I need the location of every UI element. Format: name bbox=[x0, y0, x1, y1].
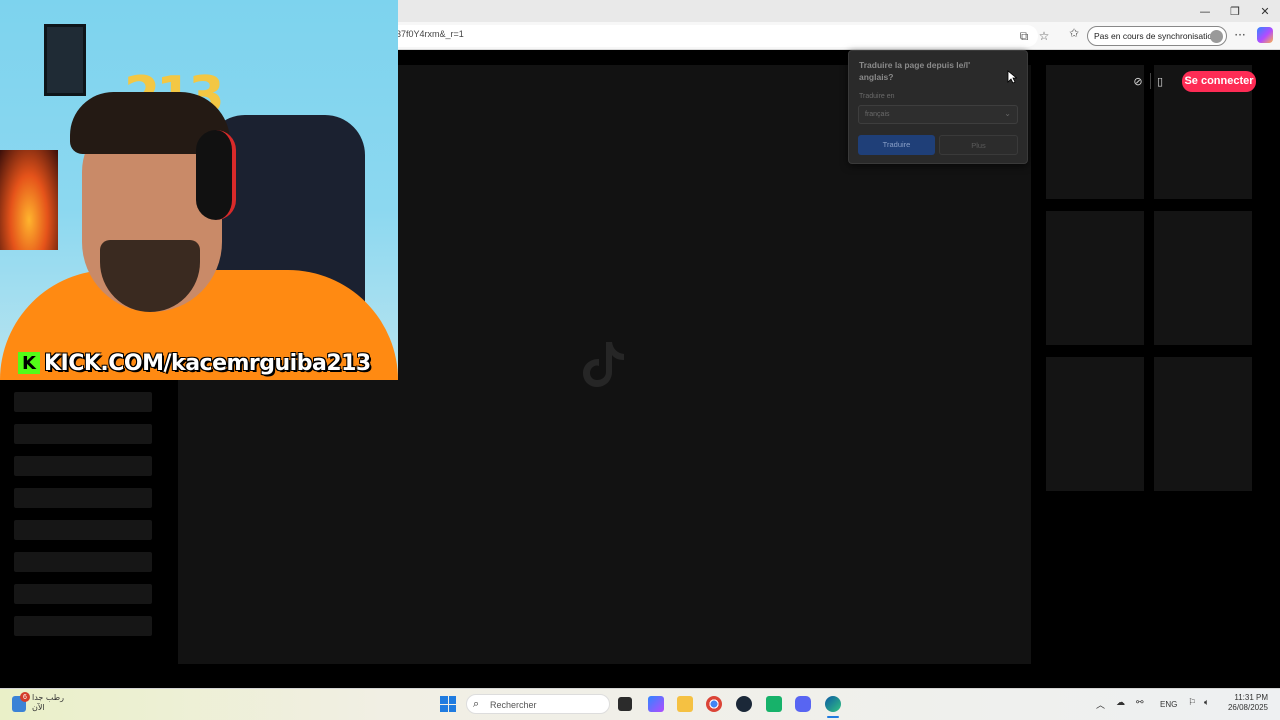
sync-label: Pas en cours de synchronisation bbox=[1094, 31, 1217, 41]
steam-icon[interactable] bbox=[736, 696, 752, 712]
avatar bbox=[1210, 30, 1223, 43]
minimize-button[interactable]: — bbox=[1190, 0, 1220, 22]
app-icon[interactable] bbox=[766, 696, 782, 712]
video-thumbnail-placeholder[interactable] bbox=[1046, 211, 1144, 345]
login-button-label: Se connecter bbox=[1184, 75, 1254, 87]
address-bar[interactable]: 37f0Y4rxm&_r=1 ⧉ ☆ bbox=[380, 25, 1049, 47]
search-icon: ⌕ bbox=[473, 697, 480, 710]
clock[interactable]: 11:31 PM 26/08/2025 bbox=[1222, 693, 1268, 713]
sidebar-placeholder bbox=[14, 392, 152, 412]
star-icon[interactable]: ☆ bbox=[1036, 28, 1052, 44]
fire-decoration bbox=[0, 150, 58, 250]
video-thumbnail-placeholder[interactable] bbox=[1046, 65, 1144, 199]
favorites-icon[interactable]: ✩ bbox=[1066, 25, 1082, 41]
wifi-icon[interactable]: ⚐ bbox=[1188, 698, 1196, 708]
tiktok-logo-icon bbox=[583, 342, 624, 387]
restore-button[interactable]: ❐ bbox=[1220, 0, 1250, 22]
translate-to-label: Traduire en bbox=[859, 93, 895, 100]
close-button[interactable]: ✕ bbox=[1250, 0, 1280, 22]
channel-handle: KICK.COM/kacemrguiba213 bbox=[44, 350, 371, 376]
phone-icon[interactable]: ▯ bbox=[1153, 74, 1167, 88]
headset bbox=[196, 130, 236, 220]
windows-logo-tile bbox=[448, 704, 456, 712]
search-placeholder: Rechercher bbox=[490, 700, 537, 710]
windows-logo-tile bbox=[440, 696, 448, 704]
kick-logo-icon: K bbox=[18, 352, 40, 374]
language-select-value: français bbox=[865, 111, 890, 118]
translate-popup-title: Traduire la page depuis le/l' anglais? bbox=[859, 60, 971, 82]
cloud-icon[interactable]: ☁ bbox=[1116, 698, 1125, 708]
weather-condition: رطب جدا bbox=[32, 693, 64, 702]
translate-icon[interactable]: ⧉ bbox=[1016, 28, 1032, 44]
weather-badge: 6 bbox=[20, 692, 30, 702]
more-options-label: Plus bbox=[971, 141, 986, 150]
sidebar-placeholder bbox=[14, 616, 152, 636]
taskbar-search[interactable]: ⌕ Rechercher bbox=[466, 694, 610, 714]
login-button[interactable]: Se connecter bbox=[1182, 71, 1256, 92]
window-controls: — ❐ ✕ bbox=[1190, 0, 1280, 22]
sidebar-placeholder bbox=[14, 456, 152, 476]
sidebar-placeholder bbox=[14, 520, 152, 540]
chevron-down-icon: ⌄ bbox=[1004, 109, 1011, 118]
kick-channel-banner: K KICK.COM/kacemrguiba213 bbox=[18, 348, 371, 378]
video-thumbnail-placeholder[interactable] bbox=[1046, 357, 1144, 491]
file-explorer-icon[interactable] bbox=[677, 696, 693, 712]
weather-widget[interactable]: رطب جدا الآن bbox=[32, 693, 64, 713]
more-options-button[interactable]: Plus bbox=[939, 135, 1018, 155]
task-view-icon[interactable] bbox=[618, 697, 632, 711]
video-thumbnail-placeholder[interactable] bbox=[1154, 357, 1252, 491]
edge-icon[interactable] bbox=[825, 696, 841, 712]
discord-icon[interactable] bbox=[795, 696, 811, 712]
url-text[interactable]: 37f0Y4rxm&_r=1 bbox=[396, 29, 464, 39]
translate-popup: Traduire la page depuis le/l' anglais? T… bbox=[848, 50, 1028, 164]
sidebar-placeholder bbox=[14, 424, 152, 444]
sidebar-placeholder bbox=[14, 488, 152, 508]
taskbar bbox=[0, 688, 1280, 720]
copilot-icon[interactable] bbox=[1257, 27, 1273, 43]
start-button[interactable] bbox=[440, 696, 456, 712]
sidebar-placeholder bbox=[14, 584, 152, 604]
more-menu-icon[interactable]: ··· bbox=[1232, 27, 1248, 43]
chrome-icon[interactable] bbox=[706, 696, 722, 712]
sidebar-placeholder bbox=[14, 552, 152, 572]
clock-date: 26/08/2025 bbox=[1227, 703, 1268, 712]
windows-logo-tile bbox=[440, 704, 448, 712]
video-player-area-left bbox=[178, 380, 397, 664]
profile-sync-button[interactable]: Pas en cours de synchronisation bbox=[1087, 26, 1227, 46]
video-thumbnail-placeholder[interactable] bbox=[1154, 211, 1252, 345]
wall-poster bbox=[44, 24, 86, 96]
mouse-cursor-icon bbox=[1007, 70, 1017, 84]
screen: — ❐ ✕ 37f0Y4rxm&_r=1 ⧉ ☆ ✩ Pas en cours … bbox=[0, 0, 1280, 720]
language-indicator[interactable]: ENG bbox=[1160, 700, 1177, 709]
language-select[interactable]: français ⌄ bbox=[858, 105, 1018, 124]
network-icon[interactable]: ⚯ bbox=[1136, 698, 1144, 708]
header-divider bbox=[1150, 73, 1151, 89]
volume-icon[interactable]: 🔈︎ bbox=[1204, 698, 1209, 708]
translate-button[interactable]: Traduire bbox=[858, 135, 935, 155]
translate-button-label: Traduire bbox=[882, 140, 911, 149]
active-app-indicator bbox=[827, 716, 839, 718]
webcam-overlay: 213 K KICK.COM/kacemrguiba213 bbox=[0, 0, 398, 380]
weather-time: الآن bbox=[32, 703, 45, 712]
copilot-app-icon[interactable] bbox=[648, 696, 664, 712]
clock-time: 11:31 PM bbox=[1234, 693, 1268, 702]
compass-icon[interactable]: ⊘ bbox=[1131, 74, 1145, 88]
windows-logo-tile bbox=[448, 696, 456, 704]
chevron-up-icon[interactable]: ︿ bbox=[1096, 698, 1105, 711]
